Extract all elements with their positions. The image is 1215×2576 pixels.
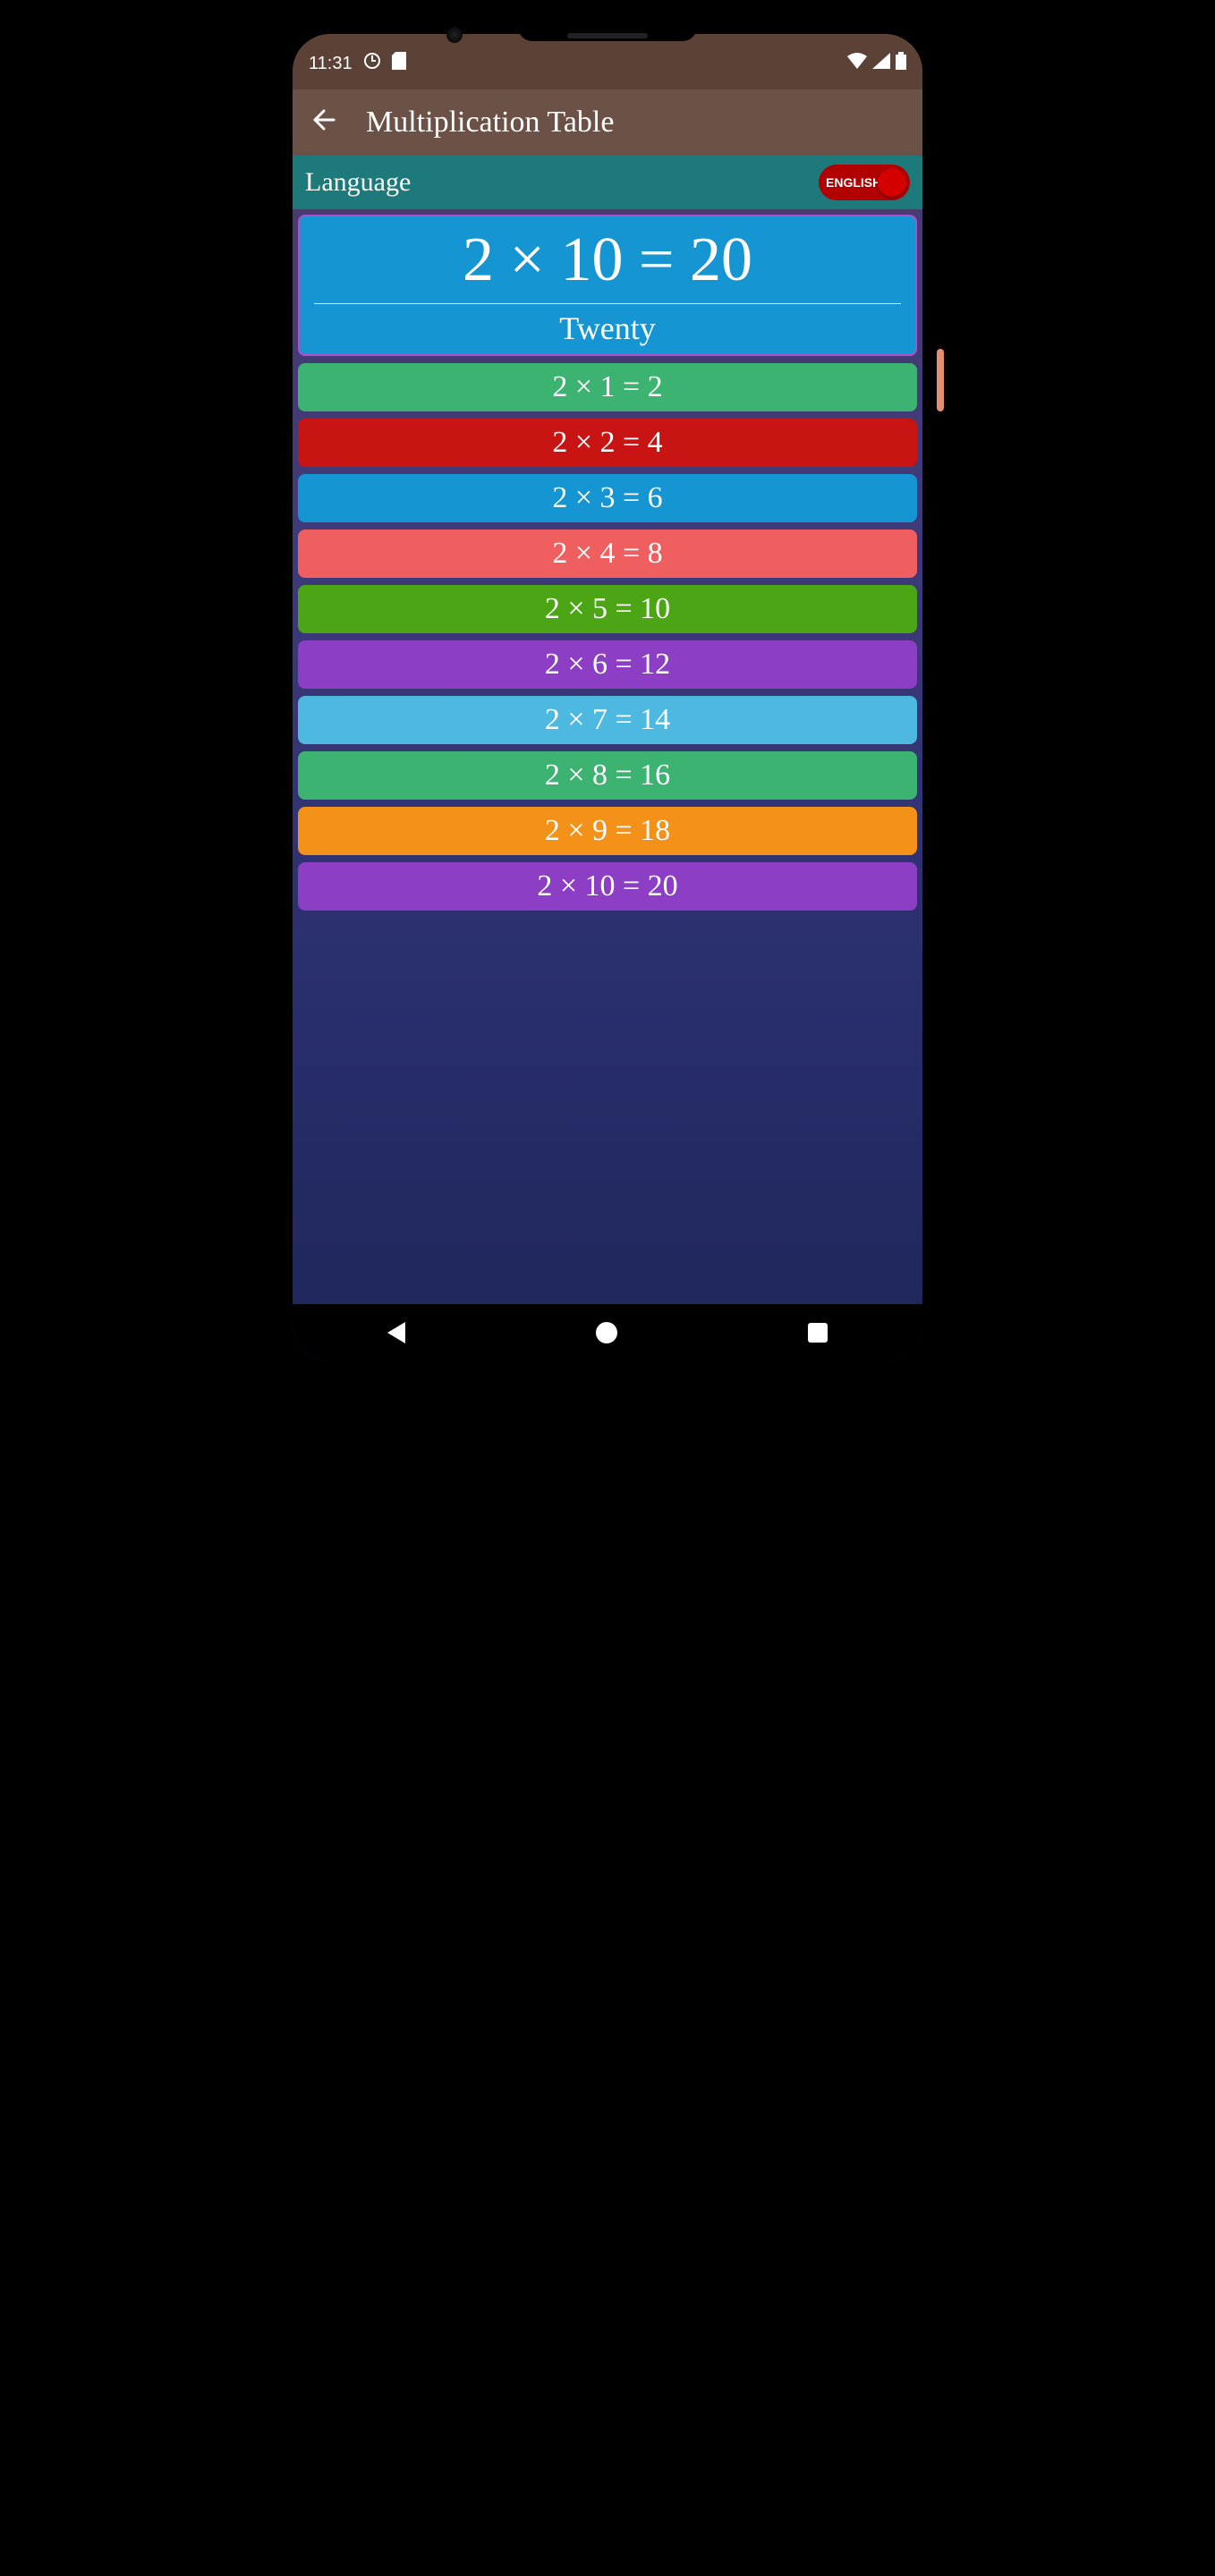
- clock-icon: [363, 52, 381, 75]
- language-label: Language: [305, 167, 411, 198]
- hero-word: Twenty: [309, 309, 906, 347]
- row-5[interactable]: 2 × 5 = 10: [298, 585, 917, 633]
- app-bar: Multiplication Table: [293, 89, 922, 156]
- row-4[interactable]: 2 × 4 = 8: [298, 530, 917, 578]
- rows-container: 2 × 1 = 2 2 × 2 = 4 2 × 3 = 6 2 × 4 = 8 2 × …: [298, 363, 917, 911]
- row-7[interactable]: 2 × 7 = 14: [298, 696, 917, 744]
- back-button[interactable]: [305, 101, 343, 145]
- row-9[interactable]: 2 × 9 = 18: [298, 807, 917, 855]
- row-3[interactable]: 2 × 3 = 6: [298, 474, 917, 522]
- battery-icon: [896, 52, 906, 75]
- speaker: [567, 33, 648, 38]
- nav-recent[interactable]: [808, 1323, 828, 1343]
- status-time: 11:31: [309, 54, 353, 74]
- row-10[interactable]: 2 × 10 = 20: [298, 862, 917, 911]
- nav-back[interactable]: [387, 1322, 405, 1343]
- status-bar: 11:31: [293, 34, 922, 89]
- power-button[interactable]: [937, 349, 944, 411]
- app-title: Multiplication Table: [366, 106, 614, 140]
- hero-equation: 2 × 10 = 20: [314, 225, 901, 304]
- toggle-text: ENGLISH: [826, 175, 881, 190]
- row-2[interactable]: 2 × 2 = 4: [298, 419, 917, 467]
- nav-home[interactable]: [596, 1322, 617, 1343]
- wifi-icon: [847, 53, 867, 74]
- row-1[interactable]: 2 × 1 = 2: [298, 363, 917, 411]
- system-nav: [293, 1304, 922, 1361]
- content-area: 2 × 10 = 20 Twenty 2 × 1 = 22 × 2 = 42 ×…: [293, 209, 922, 1304]
- row-8[interactable]: 2 × 8 = 16: [298, 751, 917, 800]
- hero-card[interactable]: 2 × 10 = 20 Twenty: [298, 215, 917, 356]
- signal-icon: [872, 53, 890, 74]
- sd-card-icon: [392, 52, 406, 75]
- row-6[interactable]: 2 × 6 = 12: [298, 640, 917, 689]
- language-bar: Language ENGLISH: [293, 156, 922, 209]
- front-camera: [446, 27, 463, 43]
- toggle-knob: [878, 168, 906, 197]
- language-toggle[interactable]: ENGLISH: [819, 165, 910, 200]
